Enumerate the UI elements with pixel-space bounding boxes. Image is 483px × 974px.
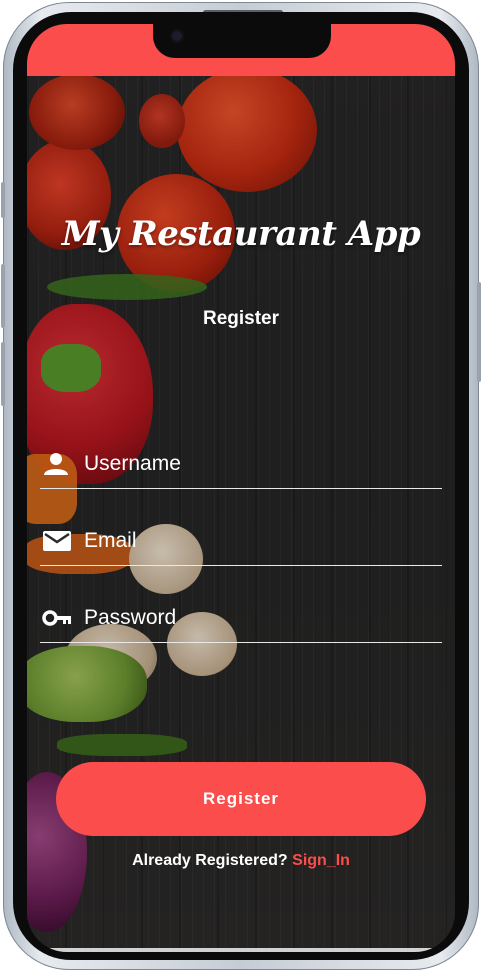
key-icon (42, 606, 72, 632)
sign-in-prompt: Already Registered? Sign_In (27, 852, 455, 870)
person-icon (42, 452, 72, 478)
password-field[interactable]: Password (40, 598, 442, 643)
password-placeholder: Password (84, 606, 177, 629)
power-button (477, 282, 481, 382)
app-screen: My Restaurant App Register Username Emai… (27, 24, 455, 952)
volume-down-button (1, 342, 5, 406)
username-field[interactable]: Username (40, 444, 442, 489)
register-button[interactable]: Register (56, 762, 426, 836)
app-title: My Restaurant App (61, 214, 421, 254)
sign-in-link[interactable]: Sign_In (292, 852, 350, 869)
mail-icon (42, 529, 72, 555)
mute-switch (1, 182, 5, 218)
register-form: My Restaurant App Register Username Emai… (27, 24, 455, 952)
email-placeholder: Email (84, 529, 137, 552)
email-field[interactable]: Email (40, 521, 442, 566)
volume-up-button (1, 264, 5, 328)
page-title: Register (202, 308, 280, 329)
front-camera (170, 29, 184, 43)
already-registered-text: Already Registered? (132, 852, 288, 869)
username-placeholder: Username (84, 452, 181, 475)
